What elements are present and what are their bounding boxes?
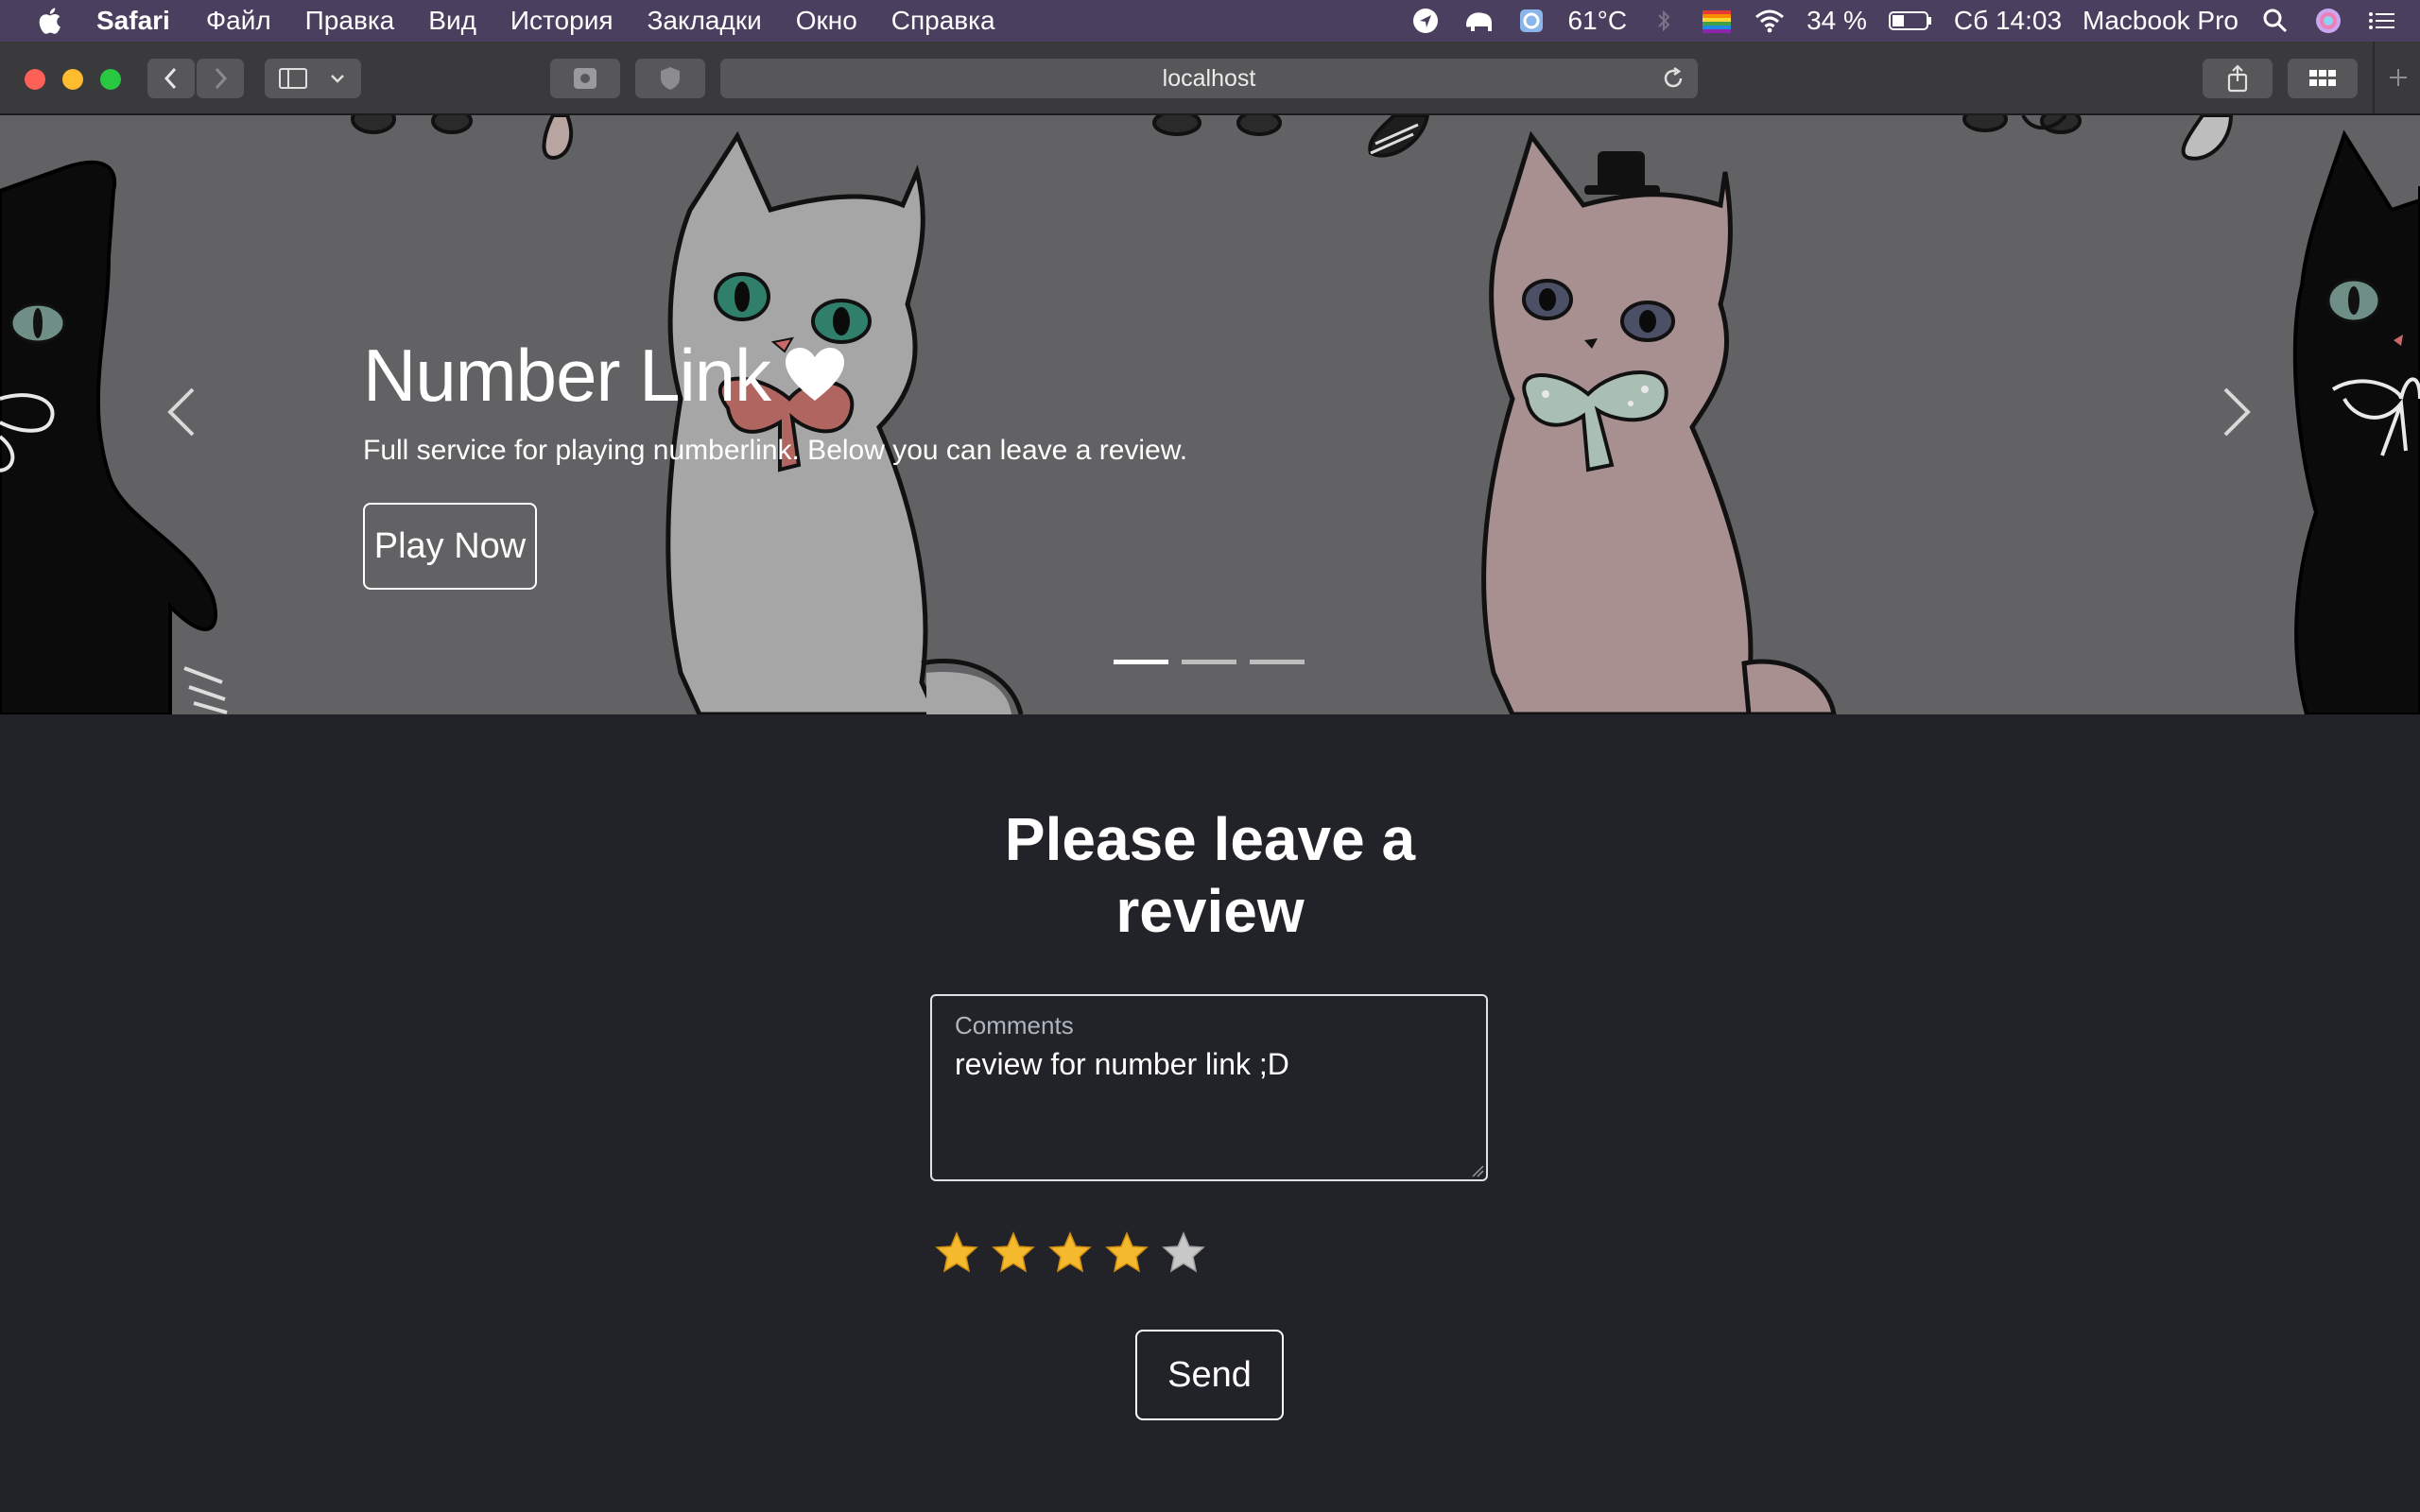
menu-edit[interactable]: Правка xyxy=(305,6,395,36)
forward-button[interactable] xyxy=(197,59,244,98)
sidebar-icon xyxy=(279,68,307,89)
plus-icon xyxy=(2390,69,2407,86)
shield-icon xyxy=(661,67,680,90)
chevron-right-icon xyxy=(215,67,228,90)
address-bar-url: localhost xyxy=(1162,64,1256,92)
menu-app-safari[interactable]: Safari xyxy=(96,6,170,36)
review-heading-line-2: review xyxy=(1115,877,1305,945)
carousel-prev-button[interactable] xyxy=(163,382,200,442)
spotlight-search-icon[interactable] xyxy=(2259,7,2291,35)
menu-bookmarks[interactable]: Закладки xyxy=(648,6,762,36)
chevron-left-icon xyxy=(167,387,195,437)
sidebar-toggle-button[interactable] xyxy=(265,59,361,98)
play-now-button[interactable]: Play Now xyxy=(363,503,537,590)
review-heading-line-1: Please leave a xyxy=(1004,805,1416,873)
share-icon xyxy=(2227,64,2248,93)
star-icon-4[interactable] xyxy=(1104,1230,1150,1276)
extension-button[interactable] xyxy=(550,59,620,98)
hero-title: Number Link xyxy=(363,338,1187,412)
chevron-down-icon xyxy=(331,75,344,83)
reload-icon[interactable] xyxy=(1660,65,1686,92)
chevron-left-icon xyxy=(164,67,177,90)
star-icon-1[interactable] xyxy=(934,1230,979,1276)
comments-value[interactable]: review for number link ;D xyxy=(955,1047,1289,1082)
address-bar[interactable]: localhost xyxy=(720,59,1698,98)
privacy-shield-button[interactable] xyxy=(635,59,705,98)
tab-overview-button[interactable] xyxy=(2288,59,2358,98)
hero-caption: Number Link Full service for playing num… xyxy=(363,338,1187,590)
star-icon-5[interactable] xyxy=(1161,1230,1206,1276)
star-icon-2[interactable] xyxy=(991,1230,1036,1276)
carousel-indicator-3[interactable] xyxy=(1250,660,1305,664)
review-heading: Please leave a review xyxy=(0,803,2420,947)
bluetooth-icon[interactable] xyxy=(1648,7,1680,35)
temperature-sensor-icon[interactable] xyxy=(1515,7,1547,35)
grid-icon xyxy=(2309,70,2336,86)
menu-view[interactable]: Вид xyxy=(428,6,476,36)
siri-icon[interactable] xyxy=(2312,7,2344,35)
chevron-right-icon xyxy=(2223,387,2251,437)
menu-window[interactable]: Окно xyxy=(796,6,857,36)
clock[interactable]: Сб 14:03 xyxy=(1954,6,2062,36)
back-button[interactable] xyxy=(147,59,195,98)
share-button[interactable] xyxy=(2203,59,2273,98)
apple-icon[interactable] xyxy=(34,5,68,37)
comments-textarea[interactable]: Comments review for number link ;D xyxy=(930,994,1488,1181)
heart-icon xyxy=(786,348,845,401)
minimize-window-button[interactable] xyxy=(62,69,83,90)
send-button[interactable]: Send xyxy=(1135,1330,1284,1420)
carousel-indicator-1[interactable] xyxy=(1114,660,1168,664)
wifi-icon[interactable] xyxy=(1754,7,1786,35)
keyboard-layout-flag-icon[interactable] xyxy=(1701,7,1733,35)
temperature-readout[interactable]: 61°C xyxy=(1568,6,1628,36)
comments-label: Comments xyxy=(955,1011,1074,1040)
location-arrow-icon[interactable] xyxy=(1409,7,1442,35)
carousel-next-button[interactable] xyxy=(2218,382,2256,442)
extension-icon xyxy=(574,68,596,89)
browser-toolbar: localhost xyxy=(0,42,2420,115)
new-tab-button[interactable] xyxy=(2373,42,2420,113)
zoom-window-button[interactable] xyxy=(100,69,121,90)
battery-icon[interactable] xyxy=(1888,7,1933,35)
close-window-button[interactable] xyxy=(25,69,45,90)
carousel-indicator-2[interactable] xyxy=(1182,660,1236,664)
notification-center-icon[interactable] xyxy=(2365,7,2397,35)
hero-subtitle: Full service for playing numberlink. Bel… xyxy=(363,435,1188,466)
star-rating[interactable] xyxy=(934,1230,1206,1276)
battery-percent[interactable]: 34 % xyxy=(1806,6,1867,36)
elephant-icon[interactable] xyxy=(1462,7,1495,35)
device-name[interactable]: Macbook Pro xyxy=(2083,6,2238,36)
menubar: Safari Файл Правка Вид История Закладки … xyxy=(0,0,2420,42)
hero-title-text: Number Link xyxy=(363,334,771,417)
menu-history[interactable]: История xyxy=(510,6,614,36)
hero-carousel: Number Link Full service for playing num… xyxy=(0,115,2420,714)
menu-file[interactable]: Файл xyxy=(206,6,271,36)
star-icon-3[interactable] xyxy=(1047,1230,1093,1276)
menu-help[interactable]: Справка xyxy=(891,6,995,36)
resize-handle-icon[interactable] xyxy=(1471,1164,1484,1177)
